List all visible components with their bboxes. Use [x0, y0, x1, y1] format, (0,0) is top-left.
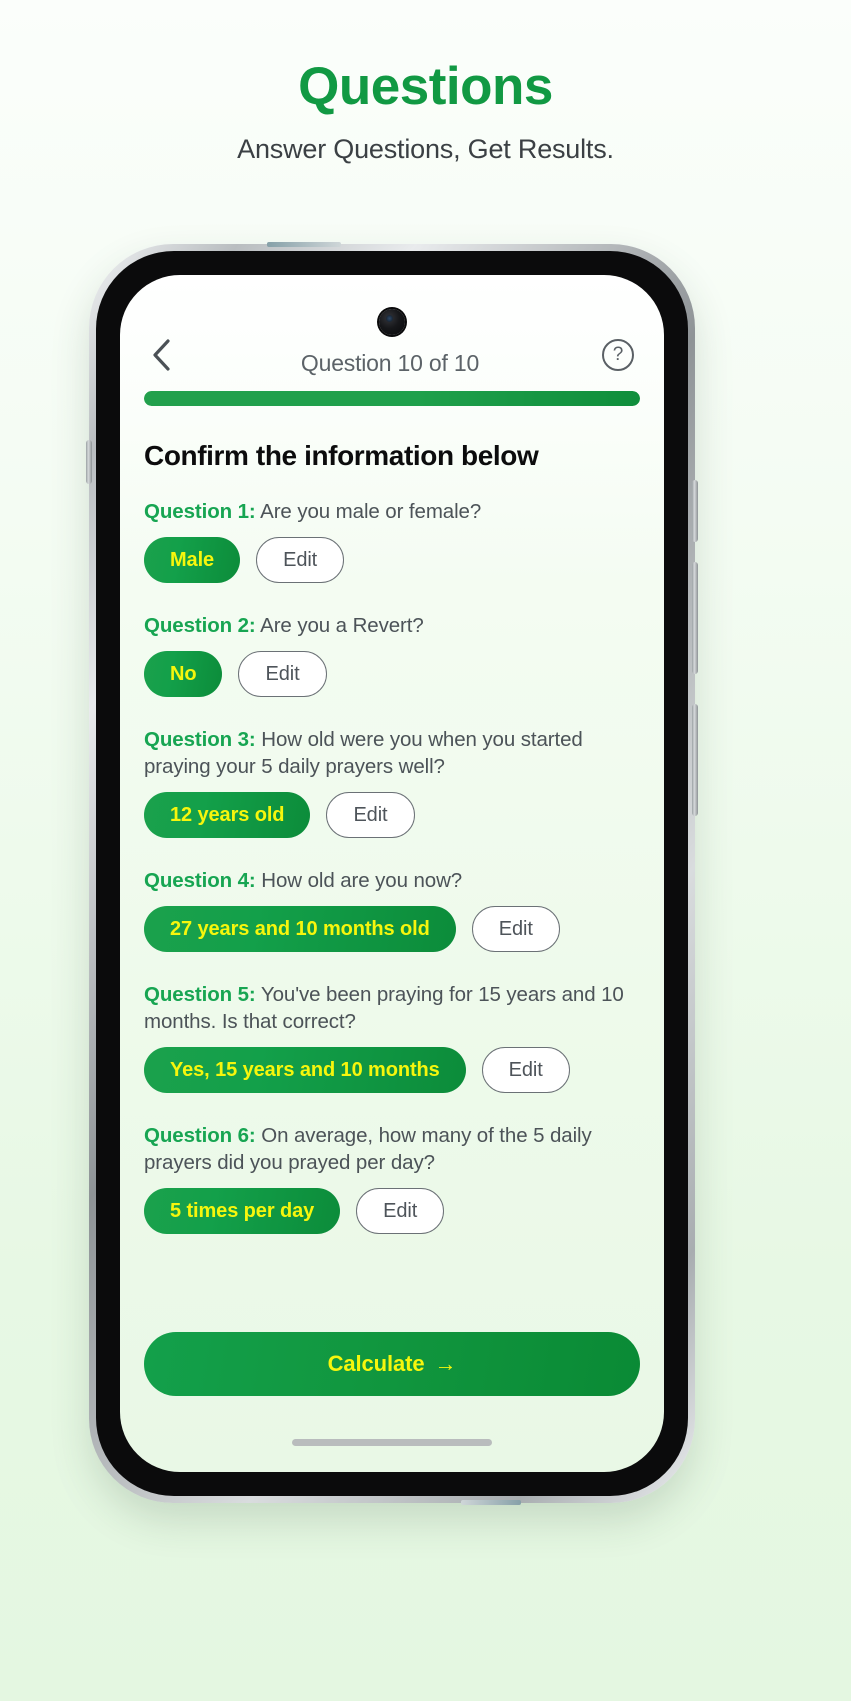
- phone-volume-up-button: [692, 562, 698, 674]
- question-mark-circle-icon: ?: [602, 339, 634, 371]
- progress-bar-fill: [144, 391, 640, 406]
- progress-bar-track: [144, 391, 640, 406]
- phone-screen: Question 10 of 10 ? Confirm the informat…: [120, 275, 664, 1472]
- question-number-label: Question 2:: [144, 614, 256, 638]
- question-body: How old are you now?: [255, 869, 463, 893]
- question-number-label: Question 1:: [144, 500, 256, 523]
- question-text: Question 4: How old are you now?: [144, 867, 640, 894]
- question-text: Question 5: You've been praying for 15 y…: [144, 981, 640, 1035]
- answer-chip[interactable]: No: [144, 651, 223, 698]
- question-body: Are you a Revert?: [255, 614, 424, 638]
- page-title: Questions: [298, 57, 553, 116]
- question-number-label: Question 4:: [144, 869, 256, 893]
- answer-row: Male Edit: [144, 537, 640, 584]
- question-number-label: Question 6:: [144, 1124, 256, 1148]
- edit-button[interactable]: Edit: [356, 1188, 445, 1235]
- home-indicator[interactable]: [292, 1439, 492, 1446]
- page-subtitle: Answer Questions, Get Results.: [237, 134, 614, 165]
- page-header: Questions Answer Questions, Get Results.: [0, 0, 851, 165]
- phone-bezel: Question 10 of 10 ? Confirm the informat…: [96, 251, 688, 1496]
- answer-chip[interactable]: 12 years old: [144, 792, 311, 839]
- question-block: Question 5: You've been praying for 15 y…: [144, 981, 640, 1094]
- question-number-label: Question 3:: [144, 728, 256, 752]
- section-heading: Confirm the information below: [144, 440, 539, 471]
- question-block: Question 1: Are you male or female? Male E…: [144, 498, 640, 584]
- answer-row: 27 years and 10 months old Edit: [144, 906, 640, 953]
- back-button[interactable]: [140, 333, 184, 377]
- question-block: Question 4: How old are you now? 27 years…: [144, 867, 640, 953]
- help-button[interactable]: ?: [596, 333, 640, 377]
- calculate-button-label: Calculate: [327, 1351, 425, 1376]
- answer-row: 5 times per day Edit: [144, 1188, 640, 1235]
- edit-button[interactable]: Edit: [471, 906, 560, 953]
- question-list: Question 1: Are you male or female? Male E…: [144, 498, 640, 1235]
- question-text: Question 3: How old were you when you st…: [144, 726, 640, 780]
- question-block: Question 6: On average, how many of the …: [144, 1122, 640, 1235]
- answer-row: No Edit: [144, 651, 640, 698]
- phone-power-button: [692, 480, 698, 542]
- edit-button[interactable]: Edit: [326, 792, 415, 839]
- answer-chip[interactable]: Male: [144, 537, 241, 584]
- edit-button[interactable]: Edit: [238, 651, 327, 698]
- phone-antenna-line-top: [267, 242, 341, 247]
- answer-chip[interactable]: Yes, 15 years and 10 months: [144, 1047, 466, 1094]
- phone-antenna-line-bottom: [461, 1500, 521, 1505]
- phone-mockup: Question 10 of 10 ? Confirm the informat…: [86, 242, 698, 1505]
- phone-volume-down-button: [692, 704, 698, 816]
- question-text: Question 6: On average, how many of the …: [144, 1122, 640, 1176]
- question-block: Question 2: Are you a Revert? No Edit: [144, 612, 640, 698]
- calculate-button[interactable]: Calculate →: [144, 1332, 640, 1396]
- question-text: Question 1: Are you male or female?: [144, 498, 640, 525]
- answer-row: Yes, 15 years and 10 months Edit: [144, 1047, 640, 1094]
- answer-chip[interactable]: 27 years and 10 months old: [144, 906, 456, 953]
- arrow-right-icon: →: [434, 1351, 457, 1376]
- question-block: Question 3: How old were you when you st…: [144, 726, 640, 839]
- phone-silence-switch: [86, 440, 92, 484]
- edit-button[interactable]: Edit: [256, 537, 345, 584]
- answer-row: 12 years old Edit: [144, 792, 640, 839]
- question-counter: Question 10 of 10: [300, 350, 480, 376]
- edit-button[interactable]: Edit: [481, 1047, 570, 1094]
- question-body: Are you male or female?: [255, 500, 482, 523]
- app-screen: Question 10 of 10 ? Confirm the informat…: [120, 275, 664, 1472]
- question-text: Question 2: Are you a Revert?: [144, 612, 640, 639]
- question-number-label: Question 5:: [144, 983, 256, 1007]
- answer-chip[interactable]: 5 times per day: [144, 1188, 341, 1235]
- app-topbar: Question 10 of 10 ?: [144, 275, 640, 387]
